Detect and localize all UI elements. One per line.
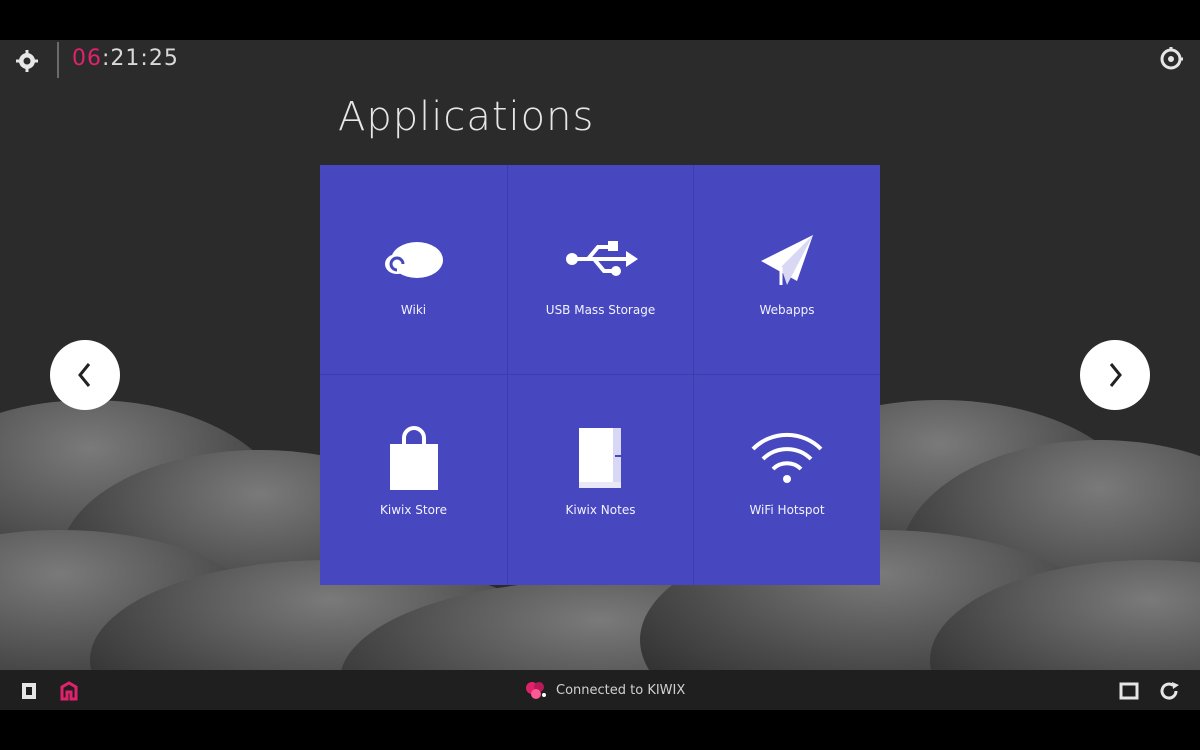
refresh-icon[interactable] bbox=[1158, 680, 1182, 702]
tile-label: Wiki bbox=[400, 303, 427, 317]
tile-webapps[interactable]: Webapps bbox=[694, 165, 880, 375]
tile-kiwix-store[interactable]: Kiwix Store bbox=[320, 375, 508, 585]
cloud-icon bbox=[374, 227, 454, 291]
top-bar: 06:21:25 bbox=[0, 40, 1200, 80]
clock-hour: 06 bbox=[72, 46, 102, 71]
bottom-bar: Connected to KIWIX bbox=[0, 670, 1200, 710]
tile-label: Kiwix Notes bbox=[565, 503, 636, 517]
usb-icon bbox=[561, 227, 641, 291]
home-icon[interactable] bbox=[58, 680, 80, 702]
tile-label: USB Mass Storage bbox=[545, 303, 656, 317]
wifi-icon bbox=[747, 427, 827, 491]
clock: 06:21:25 bbox=[72, 46, 179, 71]
window-icon[interactable] bbox=[1118, 680, 1140, 702]
connection-status-text: Connected to KIWIX bbox=[556, 682, 686, 698]
topbar-divider bbox=[57, 42, 59, 78]
page-title: Applications bbox=[338, 94, 595, 140]
settings-icon[interactable] bbox=[1158, 46, 1184, 72]
next-page-button[interactable] bbox=[1080, 340, 1150, 410]
tile-label: Webapps bbox=[759, 303, 815, 317]
chevron-left-icon bbox=[78, 363, 91, 387]
tile-label: WiFi Hotspot bbox=[749, 503, 825, 517]
kiwix-logo-icon bbox=[526, 682, 546, 699]
tile-wiki[interactable]: Wiki bbox=[320, 165, 508, 375]
shopping-bag-icon bbox=[374, 426, 454, 491]
gear-icon[interactable] bbox=[14, 48, 40, 74]
clock-minutes: :21:25 bbox=[102, 46, 179, 71]
tile-kiwix-notes[interactable]: Kiwix Notes bbox=[508, 375, 694, 585]
tile-label: Kiwix Store bbox=[380, 503, 447, 517]
paper-plane-icon bbox=[747, 227, 827, 291]
previous-page-button[interactable] bbox=[50, 340, 120, 410]
chevron-right-icon bbox=[1109, 363, 1122, 387]
tile-usb-mass-storage[interactable]: USB Mass Storage bbox=[508, 165, 694, 375]
connection-status: Connected to KIWIX bbox=[524, 680, 685, 700]
app-screen: 06:21:25 Applications Wiki USB Mass Stor… bbox=[0, 40, 1200, 710]
exit-icon[interactable] bbox=[18, 680, 40, 702]
tile-wifi-hotspot[interactable]: WiFi Hotspot bbox=[694, 375, 880, 585]
applications-grid: Wiki USB Mass Storage Webapps Kiwix Stor… bbox=[320, 165, 880, 585]
notebook-icon bbox=[561, 427, 641, 491]
